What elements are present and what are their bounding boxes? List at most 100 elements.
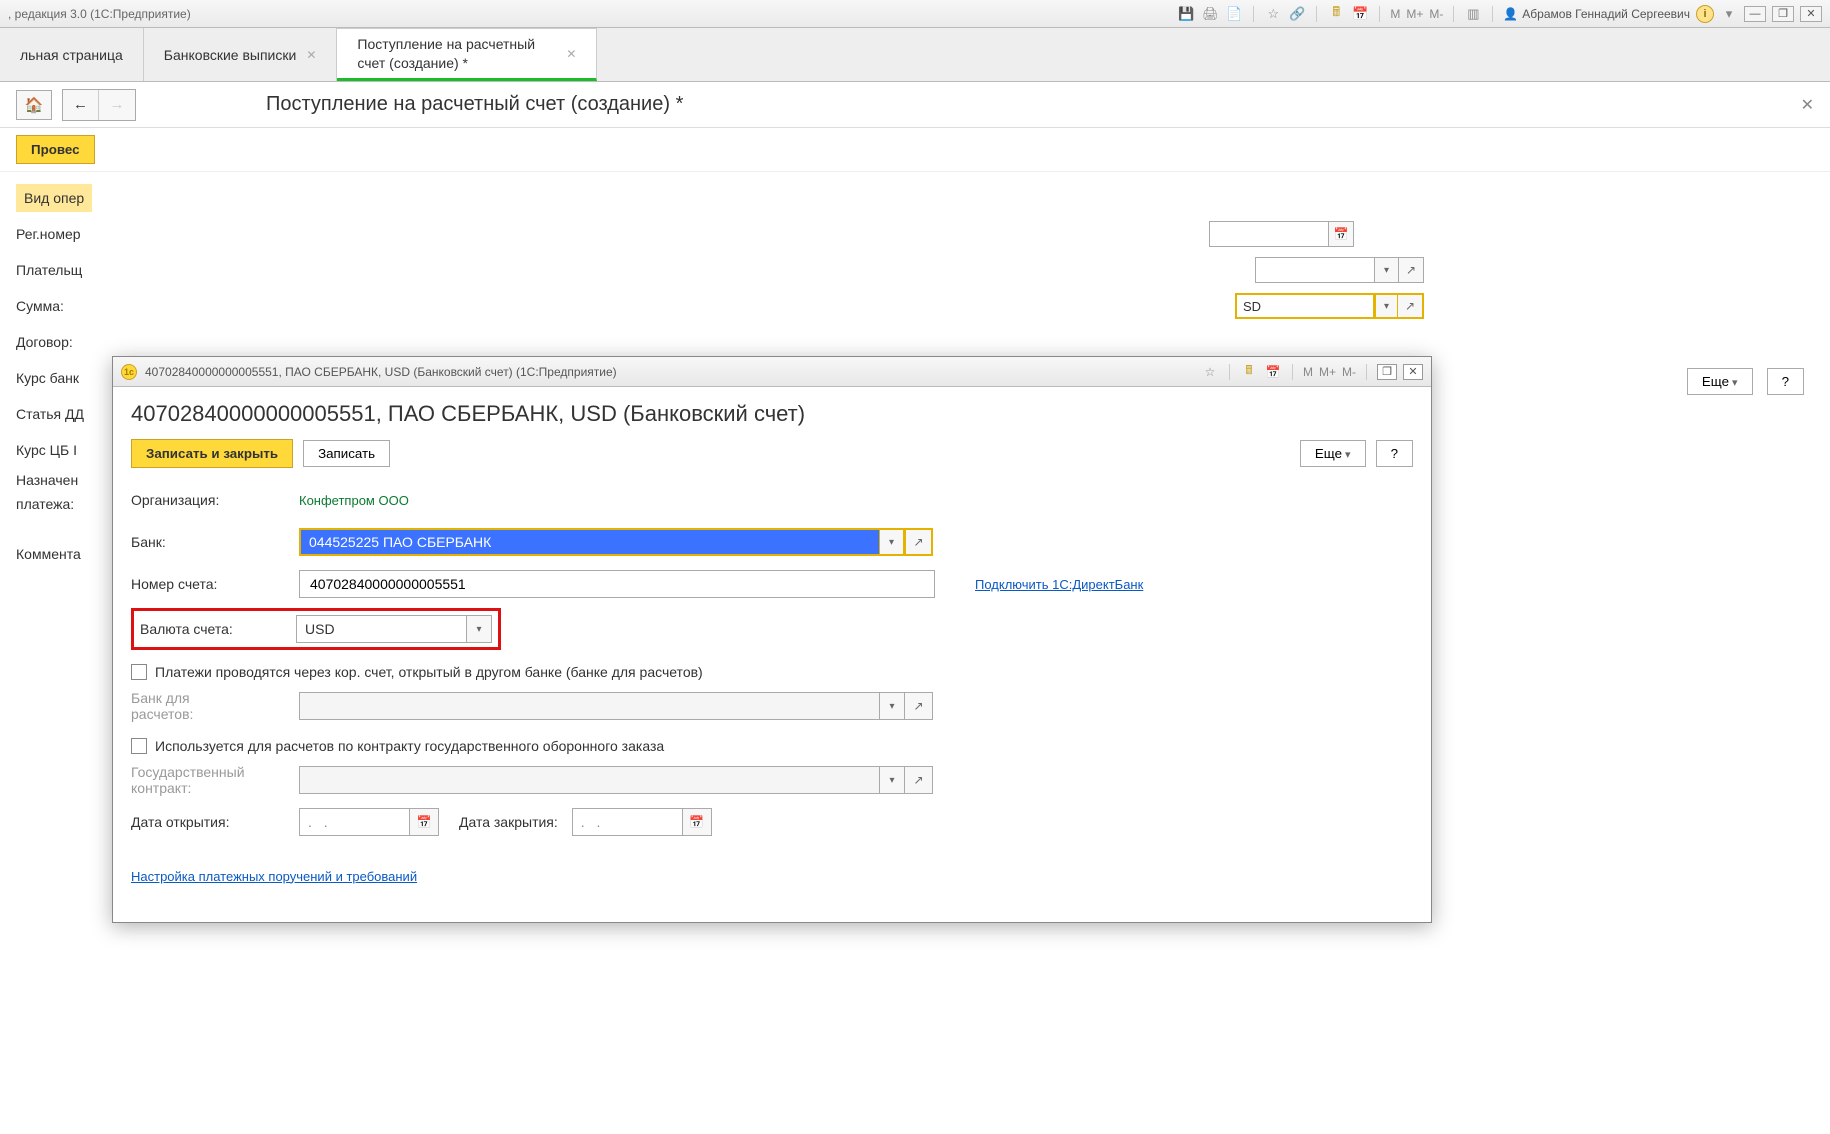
star-icon[interactable]: ☆ [1264, 5, 1282, 23]
gov-contract-label: Государственный контракт: [131, 764, 299, 796]
link-icon[interactable]: 🔗 [1288, 5, 1306, 23]
tab-start-page[interactable]: льная страница [0, 28, 144, 81]
calendar-icon[interactable]: 📅 [1264, 363, 1282, 381]
calendar-icon[interactable]: 📅 [1351, 5, 1369, 23]
page-title: Поступление на расчетный счет (создание)… [266, 93, 683, 116]
calendar-icon[interactable]: 📅 [409, 808, 439, 836]
bank-rate-label: Курс банк [16, 370, 112, 386]
close-icon[interactable]: ✕ [566, 47, 576, 61]
gov-contract-combo[interactable]: ▾ ↗ [299, 766, 933, 794]
open-icon[interactable]: ↗ [905, 692, 933, 720]
help-button[interactable]: ? [1376, 440, 1413, 467]
organization-link[interactable]: Конфетпром ООО [299, 493, 409, 508]
m-minus-button[interactable]: M- [1429, 7, 1443, 21]
corr-bank-checkbox-label: Платежи проводятся через кор. счет, откр… [155, 664, 703, 680]
separator [1292, 364, 1293, 380]
m-plus-button[interactable]: M+ [1406, 7, 1423, 21]
payment-settings-link[interactable]: Настройка платежных поручений и требован… [131, 869, 417, 884]
restore-button[interactable]: ❐ [1772, 6, 1794, 22]
command-bar: 🏠 ← → Поступление на расчетный счет (соз… [0, 82, 1830, 128]
settlement-bank-combo[interactable]: ▾ ↗ [299, 692, 933, 720]
currency-value: USD [305, 621, 335, 637]
tab-incoming-payment[interactable]: Поступление на расчетный счет (создание)… [337, 28, 597, 81]
back-button[interactable]: ← [63, 90, 99, 120]
modal-toolbar: Записать и закрыть Записать Еще ? [131, 439, 1413, 468]
action-bar: Провес [0, 128, 1830, 172]
home-button[interactable]: 🏠 [16, 90, 52, 120]
calc-icon[interactable]: 🖩 [1327, 5, 1345, 23]
help-button[interactable]: ? [1767, 368, 1804, 395]
currency-combo[interactable]: USD ▾ [296, 615, 492, 643]
bank-combo[interactable]: 044525225 ПАО СБЕРБАНК ▾ ↗ [299, 528, 933, 556]
dropdown-icon[interactable]: ▾ [879, 528, 905, 556]
reg-number-label: Рег.номер [16, 226, 112, 242]
dropdown-icon[interactable]: ▾ [1720, 5, 1738, 23]
contract-label: Договор: [16, 334, 112, 350]
doc-icon[interactable]: 📄 [1225, 5, 1243, 23]
modal-titlebar: 1c 40702840000000005551, ПАО СБЕРБАНК, U… [113, 357, 1431, 387]
tabs-row: льная страница Банковские выписки ✕ Пост… [0, 28, 1830, 82]
account-number-input[interactable] [299, 570, 935, 598]
corr-bank-checkbox[interactable] [131, 664, 147, 680]
separator [1453, 6, 1454, 22]
bank-label: Банк: [131, 534, 299, 550]
app-titlebar: , редакция 3.0 (1С:Предприятие) 💾 🖨 📄 ☆ … [0, 0, 1830, 28]
separator [1366, 364, 1367, 380]
save-button[interactable]: Записать [303, 440, 390, 467]
open-icon[interactable]: ↗ [1398, 257, 1424, 283]
calendar-icon[interactable]: 📅 [1328, 221, 1354, 247]
payer-input[interactable] [1255, 257, 1375, 283]
m-button[interactable]: M [1303, 365, 1313, 379]
dropdown-icon[interactable]: ▾ [466, 615, 492, 643]
minimize-button[interactable]: — [1744, 6, 1766, 22]
favorite-icon[interactable]: ☆ [1201, 363, 1219, 381]
info-icon[interactable]: i [1696, 5, 1714, 23]
user-indicator[interactable]: 👤 Абрамов Геннадий Сергеевич [1503, 7, 1690, 21]
more-button[interactable]: Еще [1687, 368, 1753, 395]
account-value-bg: SD [1243, 299, 1261, 314]
open-icon[interactable]: ↗ [1398, 293, 1424, 319]
separator [1379, 6, 1380, 22]
bank-value: 044525225 ПАО СБЕРБАНК [309, 534, 491, 550]
modal-maximize-button[interactable]: ❐ [1377, 364, 1397, 380]
account-select-bg[interactable]: SD [1235, 293, 1375, 319]
modal-close-button[interactable]: ✕ [1403, 364, 1423, 380]
close-page-button[interactable]: ✕ [1801, 95, 1814, 115]
open-icon[interactable]: ↗ [905, 528, 933, 556]
m-button[interactable]: M [1390, 7, 1400, 21]
separator [1253, 6, 1254, 22]
reg-number-input[interactable] [1209, 221, 1329, 247]
post-button[interactable]: Провес [16, 135, 95, 164]
save-icon[interactable]: 💾 [1177, 5, 1195, 23]
dropdown-icon[interactable]: ▾ [879, 766, 905, 794]
calc-icon[interactable]: 🖩 [1240, 363, 1258, 381]
dropdown-icon[interactable]: ▾ [879, 692, 905, 720]
m-plus-button[interactable]: M+ [1319, 365, 1336, 379]
calendar-icon[interactable]: 📅 [682, 808, 712, 836]
close-date-input[interactable]: . . 📅 [572, 808, 712, 836]
tab-bank-statements[interactable]: Банковские выписки ✕ [144, 28, 338, 81]
m-minus-button[interactable]: M- [1342, 365, 1356, 379]
account-number-field[interactable] [308, 575, 926, 593]
dropdown-icon[interactable]: ▾ [1375, 293, 1399, 319]
purpose-label-1: Назначен [16, 472, 112, 488]
close-button[interactable]: ✕ [1800, 6, 1822, 22]
save-and-close-button[interactable]: Записать и закрыть [131, 439, 293, 468]
account-number-label: Номер счета: [131, 576, 299, 592]
directbank-link[interactable]: Подключить 1С:ДиректБанк [975, 577, 1143, 592]
operation-type-label: Вид опер [16, 184, 92, 212]
bank-account-modal: 1c 40702840000000005551, ПАО СБЕРБАНК, U… [112, 356, 1432, 923]
date-placeholder: . . [581, 814, 605, 830]
panels-icon[interactable]: ▥ [1464, 5, 1482, 23]
forward-button[interactable]: → [99, 90, 135, 120]
open-icon[interactable]: ↗ [905, 766, 933, 794]
cb-rate-label: Курс ЦБ І [16, 442, 112, 458]
close-icon[interactable]: ✕ [306, 48, 316, 62]
print-icon[interactable]: 🖨 [1201, 5, 1219, 23]
gov-contract-checkbox[interactable] [131, 738, 147, 754]
open-date-input[interactable]: . . 📅 [299, 808, 439, 836]
tab-label: льная страница [20, 47, 123, 63]
dropdown-icon[interactable]: ▾ [1375, 257, 1399, 283]
settlement-bank-label: Банк для расчетов: [131, 690, 299, 722]
more-button[interactable]: Еще [1300, 440, 1366, 467]
